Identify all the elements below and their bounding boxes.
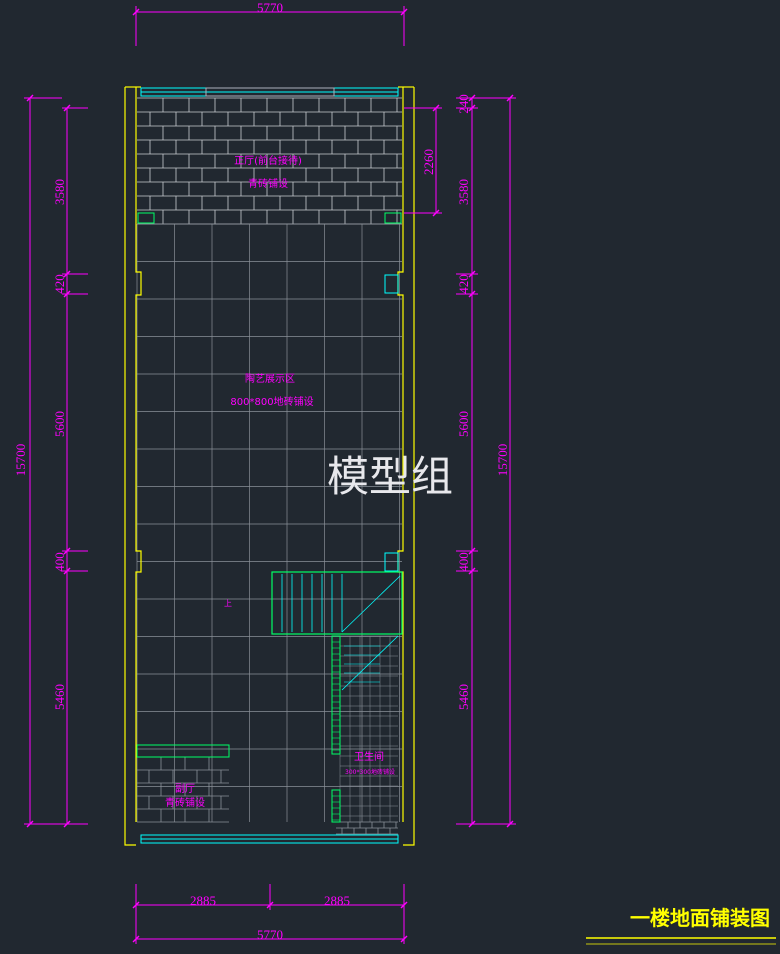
bathroom-name: 卫生间 <box>354 750 384 763</box>
watermark: 模型组 <box>327 452 453 501</box>
dim-right-seg-5: 400 <box>456 552 471 572</box>
drawing-title: 一楼地面铺装图 <box>630 906 770 930</box>
dim-left-seg-5: 5460 <box>52 684 67 710</box>
dim-left-seg-3: 5600 <box>52 411 67 437</box>
dim-top-total: 5770 <box>257 0 283 15</box>
side-hall-name: 副厅 <box>175 783 195 795</box>
floor-plan-drawing: 正厅(前台接待) 青砖铺设 陶艺展示区 800*800地砖铺设 上 卫生间 30… <box>0 0 780 954</box>
dim-right-seg-2: 3580 <box>456 179 471 205</box>
exhibition-name: 陶艺展示区 <box>245 372 295 385</box>
reception-floor: 青砖铺设 <box>248 177 288 190</box>
stair-up-label: 上 <box>224 599 232 608</box>
dim-left-seg-2: 420 <box>52 274 67 294</box>
reception-name: 正厅(前台接待) <box>234 154 302 167</box>
bathroom-floor: 300*300地砖铺设 <box>345 768 395 776</box>
dim-bottom-total: 5770 <box>257 927 283 942</box>
dim-bottom-right: 2885 <box>324 893 350 908</box>
dim-right-seg-4: 5600 <box>456 411 471 437</box>
dim-bottom-left: 2885 <box>190 893 216 908</box>
exhibition-floor: 800*800地砖铺设 <box>230 395 313 408</box>
dim-right-seg-6: 5460 <box>456 684 471 710</box>
dim-left-seg-1: 3580 <box>52 179 67 205</box>
dim-right-seg-1: 240 <box>456 94 471 114</box>
dim-right-total: 15700 <box>495 444 510 477</box>
side-hall-floor: 青砖铺设 <box>165 796 205 809</box>
dim-right-inner: 2260 <box>421 149 436 175</box>
dim-left-total: 15700 <box>13 444 28 477</box>
dim-right-seg-3: 420 <box>456 274 471 294</box>
dim-left-seg-4: 400 <box>52 552 67 572</box>
